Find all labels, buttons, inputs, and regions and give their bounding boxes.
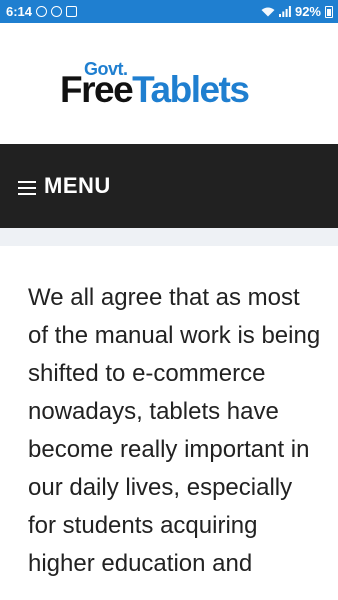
messenger-icon [51, 6, 63, 17]
article-content: We all agree that as most of the manual … [0, 246, 338, 600]
logo-tablets-text: Tablets [132, 69, 250, 110]
menu-label: MENU [44, 173, 111, 198]
article-paragraph: We all agree that as most of the manual … [28, 284, 321, 577]
site-header: Govt. FreeTablets [0, 23, 338, 144]
section-divider [0, 228, 338, 246]
battery-percentage: 92% [294, 4, 321, 19]
menu-toggle-button[interactable]: MENU [0, 144, 338, 228]
wifi-icon [261, 7, 275, 16]
gallery-icon [66, 6, 78, 17]
status-right: 92% [261, 4, 333, 19]
site-logo[interactable]: Govt. FreeTablets [60, 59, 280, 115]
status-left: 6:14 [6, 4, 78, 19]
whatsapp-icon [36, 6, 48, 17]
signal-icon [278, 6, 291, 17]
battery-icon [325, 5, 333, 18]
status-time: 6:14 [6, 4, 33, 19]
logo-wordmark: FreeTablets [60, 69, 250, 110]
hamburger-icon [18, 180, 36, 195]
logo-free-text: Free [60, 69, 134, 110]
status-bar: 6:14 92% [0, 0, 338, 23]
